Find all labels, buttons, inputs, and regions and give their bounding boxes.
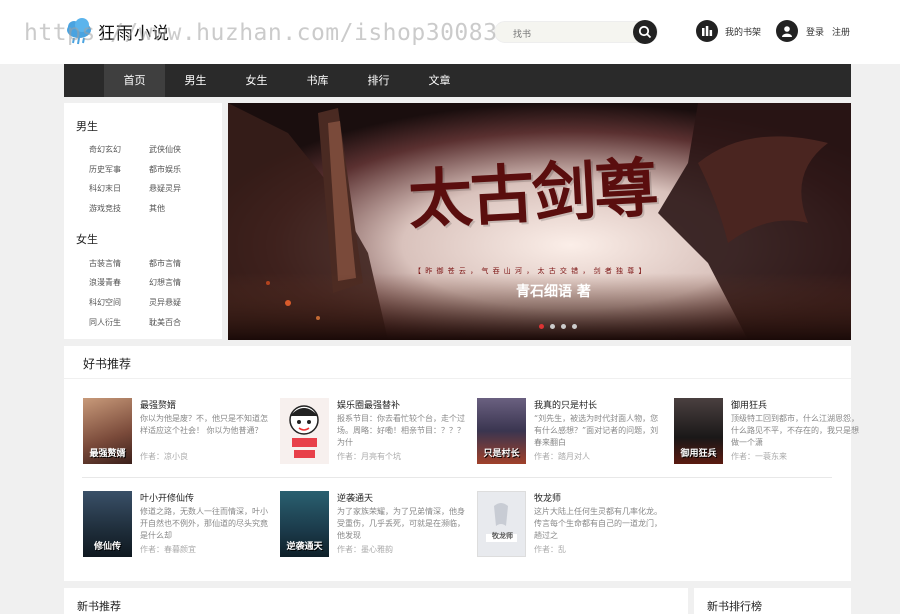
book-author: 作者：踏月对人 bbox=[534, 452, 590, 461]
banner-carousel[interactable]: 太古剑尊 【 昨 御 苍 云 ， 气 吞 山 河 ， 太 古 交 错 ， 剑 者… bbox=[228, 103, 851, 340]
category-link[interactable]: 灵异悬疑 bbox=[149, 297, 181, 308]
book-description: 为了家族荣耀，为了兄弟情深，他身受重伤，几乎丢死，可就是在濒临，他发现 bbox=[337, 507, 465, 540]
site-logo[interactable]: 狂雨小说 bbox=[64, 14, 170, 48]
user-icon[interactable] bbox=[776, 20, 798, 42]
category-link[interactable]: 其他 bbox=[149, 203, 165, 214]
book-author: 作者：一蓑东来 bbox=[731, 452, 787, 461]
book-description: 报系节目：你去看忙较个台，走个过场。周略：好嘞！相亲节目：？？？为什 bbox=[337, 414, 465, 447]
category-link[interactable]: 都市娱乐 bbox=[149, 164, 181, 175]
register-link[interactable]: 注册 bbox=[832, 25, 850, 38]
male-category-title: 男生 bbox=[76, 120, 98, 133]
book-title[interactable]: 我真的只是村长 bbox=[534, 398, 597, 411]
book-author: 作者：墨心雅韵 bbox=[337, 545, 393, 554]
book-card[interactable]: 最强赘婿 最强赘婿 你以为他是废？不，他只是不知道怎样适应这个社会！ 你以为他普… bbox=[83, 398, 273, 464]
nav-articles[interactable]: 文章 bbox=[409, 64, 470, 97]
book-card[interactable]: 娱乐圈最强替补 报系节目：你去看忙较个台，走个过场。周略：好嘞！相亲节目：？？？… bbox=[280, 398, 470, 464]
category-link[interactable]: 悬疑灵异 bbox=[149, 183, 181, 194]
book-title[interactable]: 逆袭通天 bbox=[337, 491, 373, 504]
category-link[interactable]: 武侠仙侠 bbox=[149, 144, 181, 155]
carousel-dot[interactable] bbox=[550, 324, 555, 329]
book-card[interactable]: 牧龙师 牧龙师 这片大陆上任何生灵都有几率化龙。传言每个生命都有自己的一道龙门，… bbox=[477, 491, 667, 557]
recommend-section: 好书推荐 最强赘婿 最强赘婿 你以为他是废？不，他只是不知道怎样适应这个社会！ … bbox=[64, 346, 859, 581]
logo-text: 狂雨小说 bbox=[98, 23, 170, 44]
nav-male[interactable]: 男生 bbox=[165, 64, 226, 97]
carousel-dot[interactable] bbox=[561, 324, 566, 329]
banner-tagline: 【 昨 御 苍 云 ， 气 吞 山 河 ， 太 古 交 错 ， 剑 者 独 尊 … bbox=[414, 267, 647, 275]
category-link[interactable]: 同人衍生 bbox=[89, 317, 121, 328]
carousel-dots bbox=[539, 324, 577, 329]
nav-female[interactable]: 女生 bbox=[226, 64, 287, 97]
book-title[interactable]: 叶小开修仙传 bbox=[140, 491, 194, 504]
main-nav: 首页 男生 女生 书库 排行 文章 bbox=[64, 64, 851, 97]
book-author: 作者：乱 bbox=[534, 545, 566, 554]
book-cover[interactable]: 御用狂兵 bbox=[674, 398, 723, 464]
book-description: 这片大陆上任何生灵都有几率化龙。传言每个生命都有自己的一道龙门，趟过之 bbox=[534, 507, 662, 540]
banner-book-title: 太古剑尊 bbox=[406, 150, 659, 239]
female-category-title: 女生 bbox=[76, 233, 98, 246]
book-placeholder-icon bbox=[486, 503, 517, 542]
category-link[interactable]: 历史军事 bbox=[89, 164, 121, 175]
divider bbox=[82, 477, 832, 478]
category-link[interactable]: 游戏竞技 bbox=[89, 203, 121, 214]
book-title[interactable]: 御用狂兵 bbox=[731, 398, 767, 411]
book-card[interactable]: 逆袭通天 逆袭通天 为了家族荣耀，为了兄弟情深，他身受重伤，几乎丢死，可就是在濒… bbox=[280, 491, 470, 557]
search-icon bbox=[638, 25, 652, 39]
new-ranking-title: 新书排行榜 bbox=[707, 600, 762, 613]
book-card[interactable]: 御用狂兵 御用狂兵 顶级特工回到都市，什么江湖恩怨，什么路见不平，不存在的，我只… bbox=[674, 398, 864, 464]
top-header: 狂雨小说 我的书架 登录 注册 bbox=[0, 0, 900, 64]
new-ranking-panel: 新书排行榜 bbox=[694, 588, 851, 614]
book-cover[interactable]: 修仙传 bbox=[83, 491, 132, 557]
recommend-title: 好书推荐 bbox=[83, 357, 132, 371]
banner-author: 青石细语 著 bbox=[516, 284, 591, 300]
book-cover[interactable]: 最强赘婿 bbox=[83, 398, 132, 464]
search-button[interactable] bbox=[633, 20, 657, 44]
book-author: 作者：春暮颜宜 bbox=[140, 545, 196, 554]
book-title[interactable]: 牧龙师 bbox=[534, 491, 561, 504]
search-input[interactable] bbox=[495, 25, 625, 45]
book-title[interactable]: 最强赘婿 bbox=[140, 398, 176, 411]
carousel-dot[interactable] bbox=[572, 324, 577, 329]
my-bookshelf-link[interactable]: 我的书架 bbox=[725, 25, 761, 38]
category-link[interactable]: 都市言情 bbox=[149, 258, 181, 269]
category-link[interactable]: 浪漫青春 bbox=[89, 277, 121, 288]
book-card[interactable]: 只是村长 我真的只是村长 “刘先生，被选为时代封面人物，您有什么感想？”面对记者… bbox=[477, 398, 667, 464]
book-description: 修道之路，无数人一往而情深，叶小开自然也不例外，那仙道的尽头究竟是什么却 bbox=[140, 507, 268, 540]
book-description: 顶级特工回到都市，什么江湖恩怨，什么路见不平，不存在的，我只是想做一个潇 bbox=[731, 414, 859, 447]
book-author: 作者：月亮有个坑 bbox=[337, 452, 401, 461]
cartoon-face-icon bbox=[289, 405, 319, 458]
book-cover[interactable]: 只是村长 bbox=[477, 398, 526, 464]
book-cover[interactable]: 逆袭通天 bbox=[280, 491, 329, 557]
login-link[interactable]: 登录 bbox=[806, 25, 824, 38]
divider bbox=[64, 378, 851, 379]
book-card[interactable]: 修仙传 叶小开修仙传 修道之路，无数人一往而情深，叶小开自然也不例外，那仙道的尽… bbox=[83, 491, 273, 557]
carousel-dot[interactable] bbox=[539, 324, 544, 329]
new-books-panel: 新书推荐 bbox=[64, 588, 688, 614]
nav-library[interactable]: 书库 bbox=[287, 64, 348, 97]
category-link[interactable]: 科幻空间 bbox=[89, 297, 121, 308]
book-author: 作者：凉小良 bbox=[140, 452, 188, 461]
category-link[interactable]: 耽美百合 bbox=[149, 317, 181, 328]
category-link[interactable]: 古装言情 bbox=[89, 258, 121, 269]
category-link[interactable]: 奇幻玄幻 bbox=[89, 144, 121, 155]
category-link[interactable]: 幻想言情 bbox=[149, 277, 181, 288]
nav-ranking[interactable]: 排行 bbox=[348, 64, 409, 97]
new-books-title: 新书推荐 bbox=[77, 600, 121, 613]
book-cover[interactable] bbox=[280, 398, 329, 464]
book-description: 你以为他是废？不，他只是不知道怎样适应这个社会！ 你以为他普通？ bbox=[140, 414, 268, 435]
cloud-logo-icon bbox=[64, 16, 94, 46]
category-panel: 男生 奇幻玄幻 武侠仙侠 历史军事 都市娱乐 科幻末日 悬疑灵异 游戏竞技 其他… bbox=[64, 103, 222, 339]
bookshelf-icon[interactable] bbox=[696, 20, 718, 42]
book-title[interactable]: 娱乐圈最强替补 bbox=[337, 398, 400, 411]
category-link[interactable]: 科幻末日 bbox=[89, 183, 121, 194]
nav-home[interactable]: 首页 bbox=[104, 64, 165, 97]
book-cover[interactable]: 牧龙师 bbox=[477, 491, 526, 557]
book-description: “刘先生，被选为时代封面人物，您有什么感想？”面对记者的问题，刘春来翻白 bbox=[534, 414, 659, 447]
